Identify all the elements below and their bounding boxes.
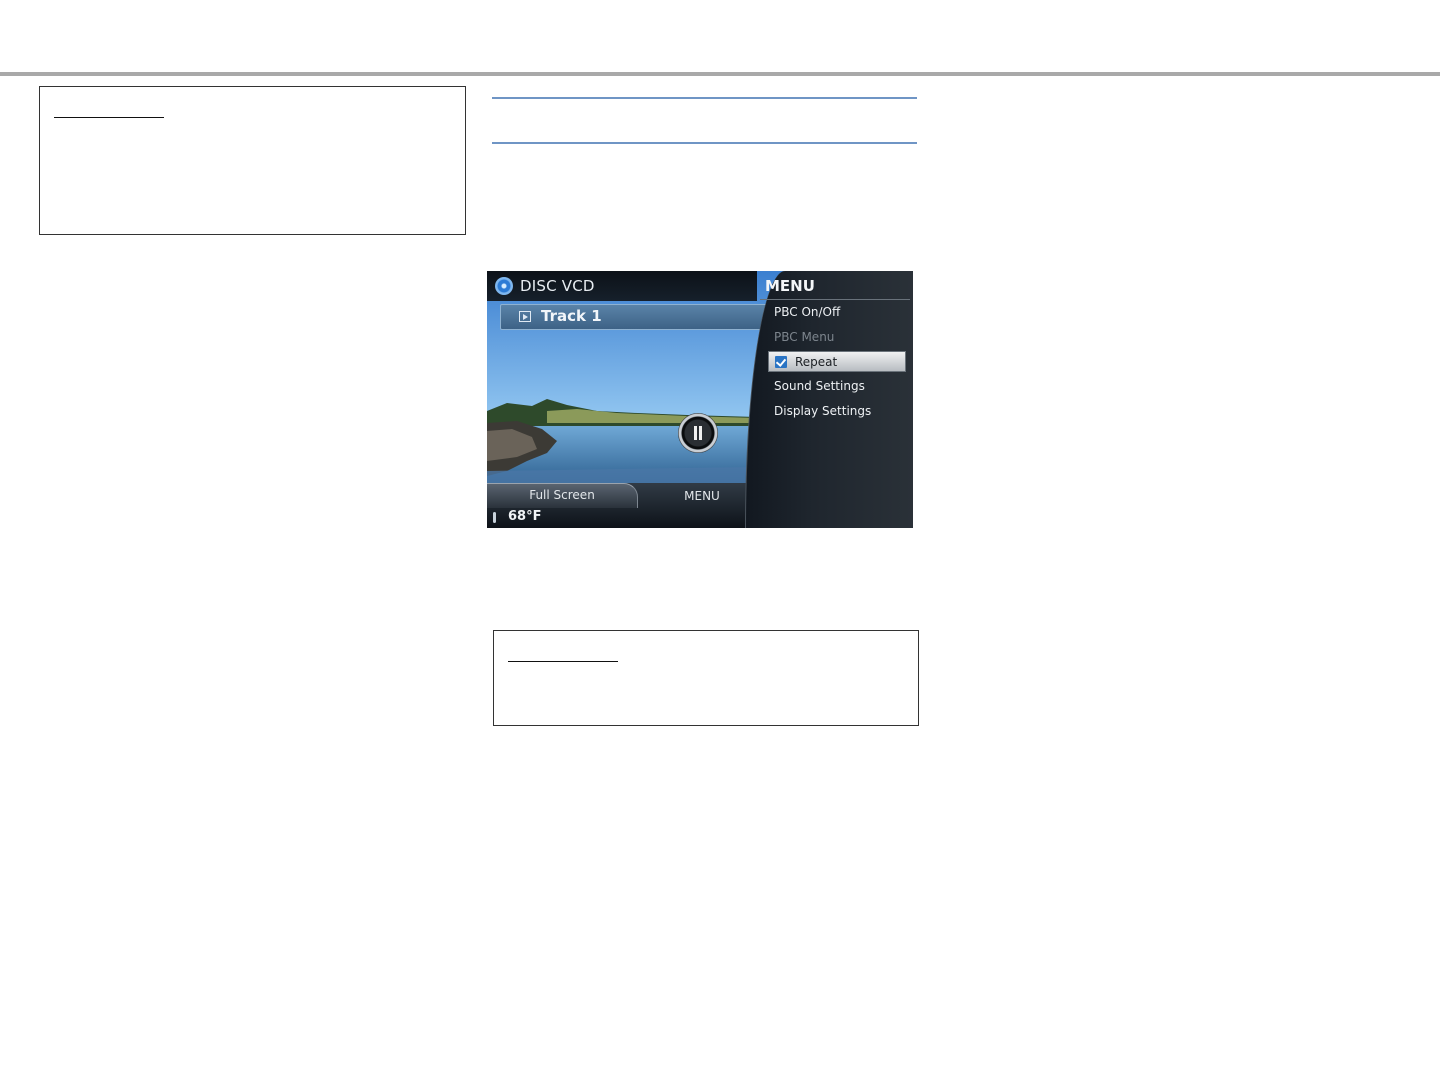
top-divider — [0, 72, 1440, 76]
menu-divider — [760, 299, 910, 300]
section-rule-bottom — [492, 142, 917, 144]
note-heading-underline — [54, 117, 164, 118]
menu-item-repeat[interactable]: Repeat — [768, 351, 906, 372]
checkbox-checked-icon[interactable] — [775, 356, 787, 368]
video-file-icon — [519, 311, 531, 322]
menu-button[interactable]: MENU — [647, 485, 757, 507]
track-label: Track 1 — [541, 307, 602, 325]
note-heading-underline — [508, 661, 618, 662]
temperature-readout: 68°F — [508, 509, 542, 524]
disc-icon — [495, 277, 513, 295]
menu-item-repeat-label: Repeat — [795, 355, 838, 369]
source-header: DISC VCD — [487, 271, 757, 301]
source-title: DISC VCD — [520, 277, 595, 295]
menu-item-pbc-on-off[interactable]: PBC On/Off — [774, 305, 840, 319]
note-box-left — [39, 86, 466, 235]
menu-item-display-settings[interactable]: Display Settings — [774, 404, 871, 418]
section-rule-top — [492, 97, 917, 99]
thermometer-icon — [493, 512, 496, 523]
menu-item-sound-settings[interactable]: Sound Settings — [774, 379, 865, 393]
vcd-screen: DISC VCD Track 1 Full Screen MENU 68°F M… — [487, 271, 913, 528]
full-screen-button[interactable]: Full Screen — [487, 483, 638, 508]
menu-panel: MENU PBC On/Off PBC Menu Repeat Sound Se… — [745, 271, 913, 528]
menu-title: MENU — [765, 277, 815, 295]
menu-item-pbc-menu: PBC Menu — [774, 330, 835, 344]
note-box-right — [493, 630, 919, 726]
pause-button[interactable] — [678, 413, 718, 453]
track-info-bar: Track 1 — [500, 304, 772, 330]
